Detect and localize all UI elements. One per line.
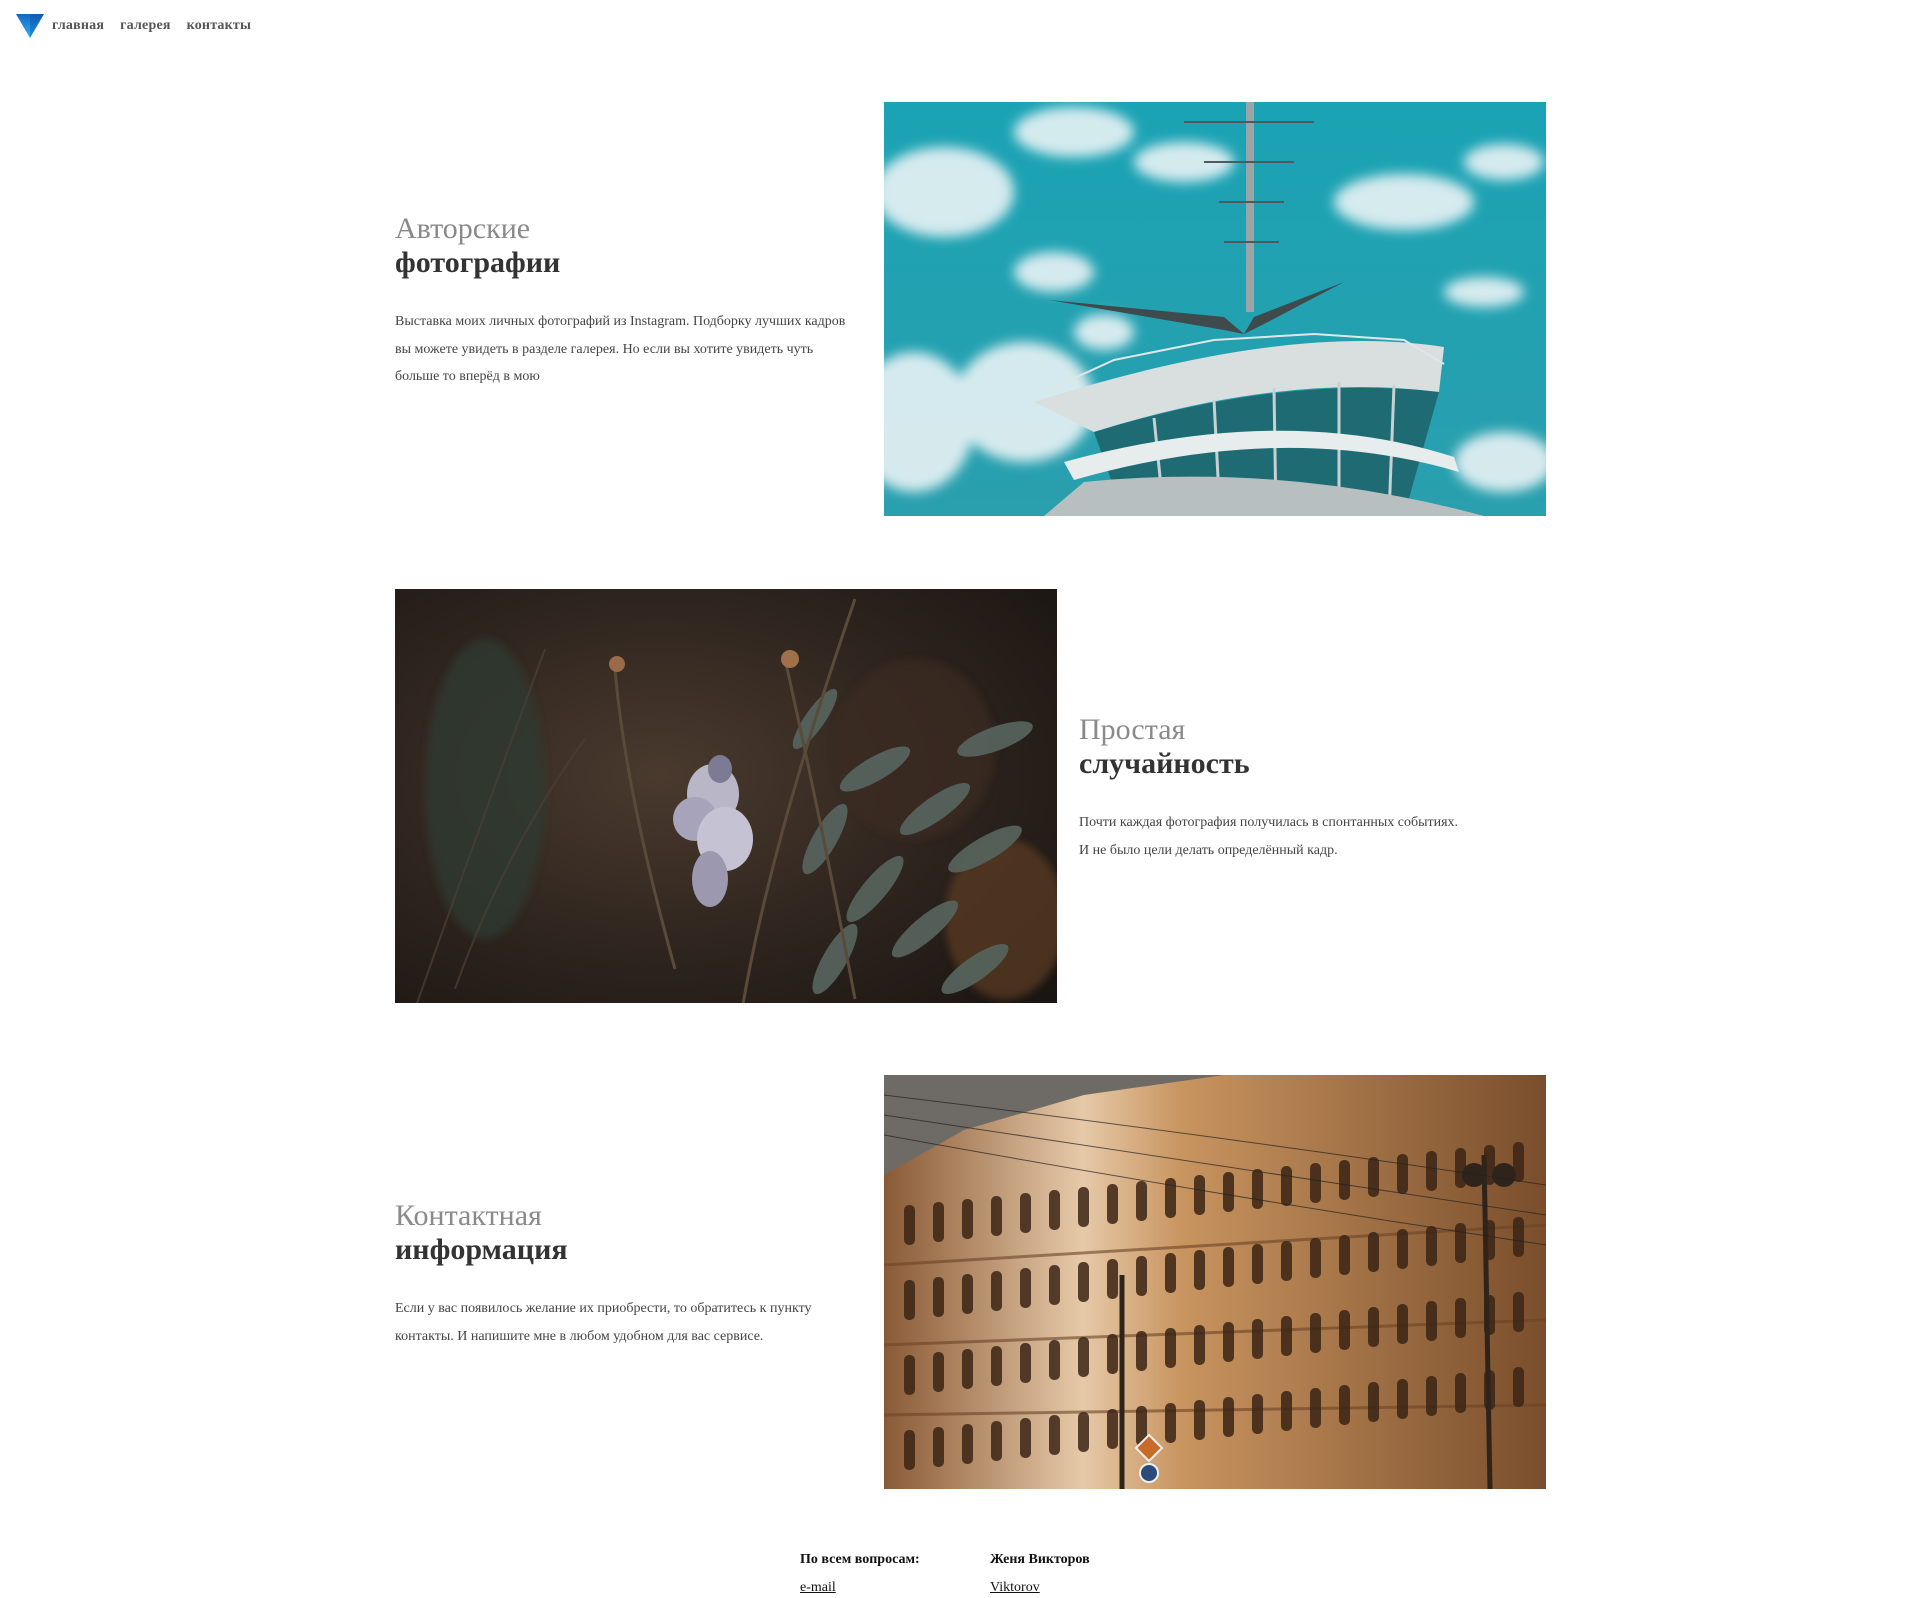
top-nav: главная галерея контакты <box>16 12 267 40</box>
footer-column-questions: По всем вопросам: e-mail <box>800 1550 990 1598</box>
email-link[interactable]: e-mail <box>800 1578 836 1598</box>
section-title-light: Контактная <box>395 1199 542 1232</box>
footer-title: Женя Викторов <box>990 1552 1090 1567</box>
section-description: Почти каждая фотография получилась в спо… <box>1079 809 1539 864</box>
section-contact-info: Контактная информация Если у вас появило… <box>395 1075 1548 1489</box>
author-link[interactable]: Viktorov <box>990 1578 1040 1598</box>
city-building-photo <box>884 1075 1546 1489</box>
description-line: И не было цели делать определённый кадр. <box>1079 842 1338 858</box>
footer: По всем вопросам: e-mail Женя Викторов V… <box>800 1550 1180 1598</box>
footer-column-author: Женя Викторов Viktorov <box>990 1550 1180 1598</box>
section-simple-chance: Простая случайность Почти каждая фотогра… <box>395 589 1548 1003</box>
triangle-logo-icon[interactable] <box>16 12 44 40</box>
section-title-light: Простая <box>1079 713 1186 746</box>
section-title-bold: случайность <box>1079 747 1250 780</box>
ship-bridge-sky-photo <box>884 102 1546 516</box>
section-description: Если у вас появилось желание их приобрес… <box>395 1301 812 1344</box>
nav-link-home[interactable]: главная <box>52 18 104 34</box>
description-line: Почти каждая фотография получилась в спо… <box>1079 815 1459 830</box>
section-text: Авторские фотографии Выставка моих личны… <box>395 212 855 391</box>
section-text: Контактная информация Если у вас появило… <box>395 1199 855 1350</box>
nav-link-gallery[interactable]: галерея <box>120 18 171 34</box>
section-title-bold: фотографии <box>395 246 561 279</box>
section-author-photos: Авторские фотографии Выставка моих личны… <box>395 102 1548 516</box>
nav-link-contacts[interactable]: контакты <box>187 18 251 34</box>
section-title-light: Авторские <box>395 212 531 245</box>
section-title-bold: информация <box>395 1233 568 1266</box>
section-text: Простая случайность Почти каждая фотогра… <box>1079 713 1539 864</box>
flower-fern-photo <box>395 589 1057 1003</box>
footer-title: По всем вопросам: <box>800 1552 920 1567</box>
section-description: Выставка моих личных фотографий из Insta… <box>395 314 846 384</box>
